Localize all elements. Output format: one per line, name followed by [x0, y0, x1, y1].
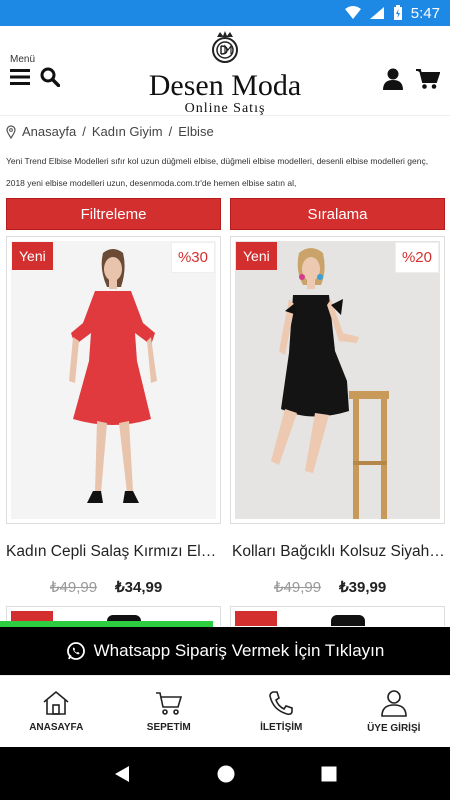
sort-button[interactable]: Sıralama	[230, 198, 445, 230]
status-time: 5:47	[410, 4, 440, 22]
product-price: ₺49,99 ₺34,99	[50, 578, 162, 596]
product-image[interactable]	[11, 241, 216, 519]
old-price: ₺49,99	[274, 579, 322, 596]
current-price: ₺39,99	[339, 579, 387, 596]
whatsapp-order-button[interactable]: Whatsapp Sipariş Vermek İçin Tıklayın	[0, 627, 450, 675]
new-badge-peek	[235, 611, 277, 626]
nav-item-login[interactable]: ÜYE GİRİŞİ	[338, 676, 450, 747]
current-price: ₺34,99	[115, 579, 163, 596]
cart-icon	[155, 692, 182, 715]
whatsapp-label: Whatsapp Sipariş Vermek İçin Tıklayın	[93, 641, 385, 660]
category-description: Yeni Trend Elbise Modelleri sıfır kol uz…	[6, 156, 429, 188]
product-card-peek[interactable]	[230, 606, 445, 626]
product-price: ₺49,99 ₺39,99	[274, 578, 386, 596]
app-header: Menü Desen Moda Online Satış	[0, 26, 450, 116]
back-icon[interactable]	[113, 765, 131, 783]
old-price: ₺49,99	[50, 579, 98, 596]
phone-icon	[269, 691, 294, 716]
user-icon	[380, 690, 407, 717]
recents-icon[interactable]	[321, 766, 337, 782]
status-bar: 5:47	[0, 0, 450, 26]
product-card[interactable]: Yeni %30	[6, 236, 221, 524]
breadcrumb-item-home[interactable]: Anasayfa	[22, 124, 76, 139]
breadcrumb-item-current: Elbise	[178, 124, 214, 139]
breadcrumb: Anasayfa / Kadın Giyim / Elbise	[6, 124, 214, 139]
nav-item-cart[interactable]: SEPETİM	[113, 676, 226, 747]
bottom-navigation: ANASAYFA SEPETİM İLETİŞİM ÜYE GİRİŞİ	[0, 675, 450, 747]
logo-emblem-icon	[212, 31, 238, 63]
discount-badge: %30	[170, 242, 215, 273]
home-icon	[43, 690, 69, 715]
breadcrumb-item-category[interactable]: Kadın Giyim	[92, 124, 163, 139]
system-navigation-bar	[0, 747, 450, 800]
home-circle-icon[interactable]	[217, 765, 235, 783]
battery-icon	[393, 5, 402, 20]
nav-label-login: ÜYE GİRİŞİ	[367, 723, 421, 734]
breadcrumb-separator: /	[82, 124, 86, 139]
logo-subtitle: Online Satış	[184, 101, 266, 116]
nav-label-contact: İLETİŞİM	[260, 722, 303, 733]
product-name[interactable]: Kolları Bağcıklı Kolsuz Siyah Elbise	[232, 543, 447, 561]
filter-button[interactable]: Filtreleme	[6, 198, 221, 230]
header-actions	[382, 68, 440, 90]
new-badge: Yeni	[236, 242, 277, 270]
nav-label-home: ANASAYFA	[29, 722, 84, 733]
nav-item-home[interactable]: ANASAYFA	[0, 676, 113, 747]
nav-label-cart: SEPETİM	[146, 722, 191, 733]
discount-badge: %20	[394, 242, 439, 273]
cart-icon[interactable]	[416, 68, 440, 90]
account-icon[interactable]	[382, 68, 404, 90]
product-image-peek	[331, 615, 365, 626]
product-card[interactable]: Yeni %20	[230, 236, 445, 524]
location-pin-icon	[6, 124, 16, 139]
product-image[interactable]	[235, 241, 440, 519]
product-name[interactable]: Kadın Cepli Salaş Kırmızı Elbise	[6, 543, 221, 561]
nav-item-contact[interactable]: İLETİŞİM	[225, 676, 338, 747]
breadcrumb-separator: /	[168, 124, 173, 139]
wifi-icon	[344, 6, 361, 19]
signal-icon	[369, 7, 384, 19]
whatsapp-icon	[66, 642, 85, 660]
new-badge: Yeni	[12, 242, 53, 270]
